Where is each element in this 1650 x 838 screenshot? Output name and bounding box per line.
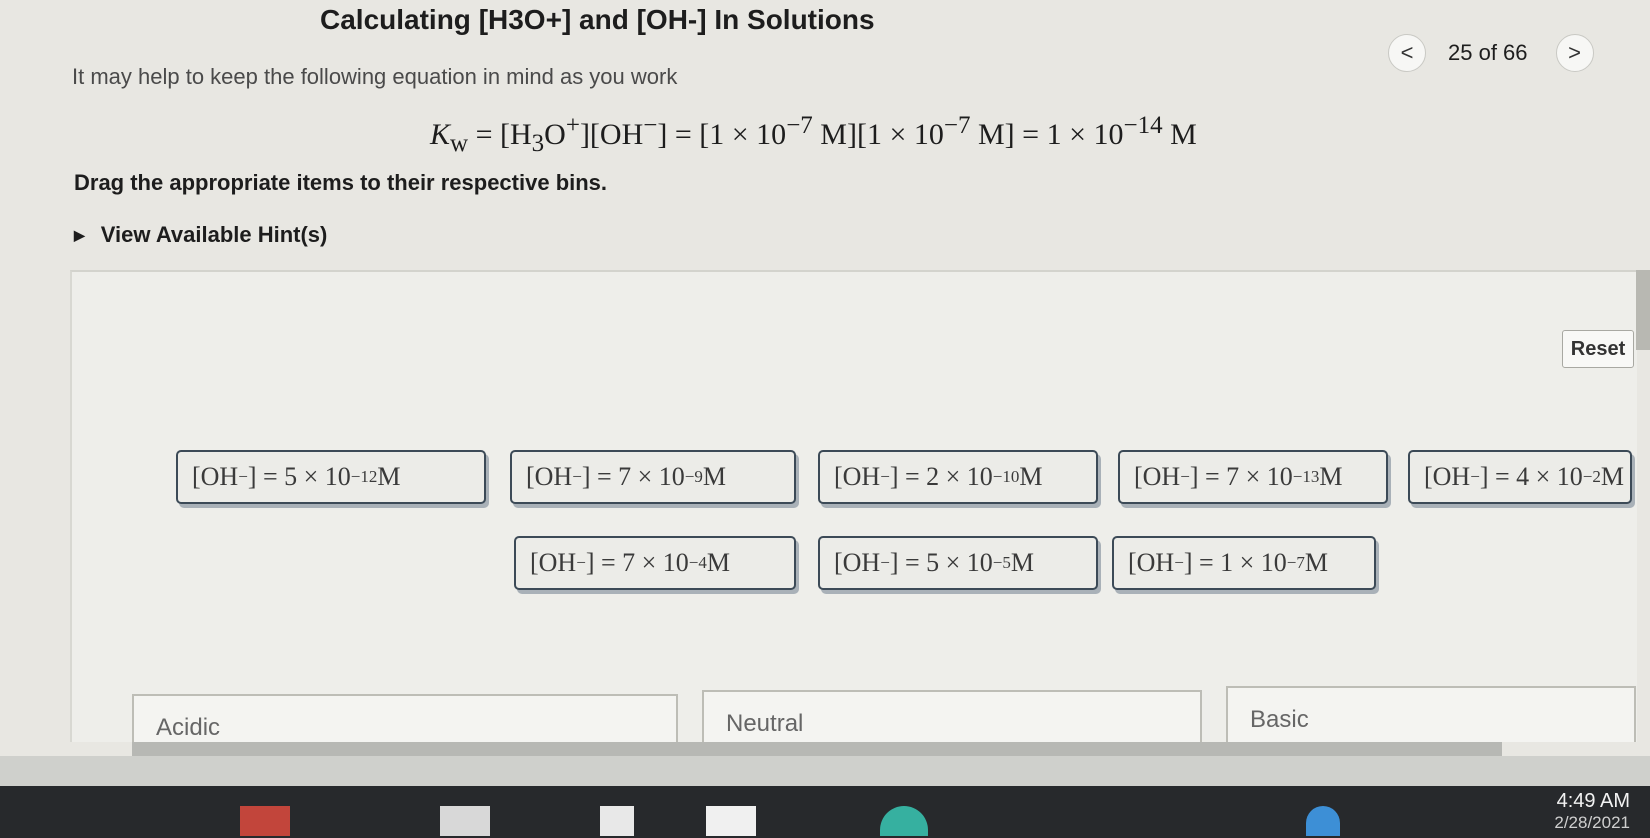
tile-unit: M xyxy=(1019,462,1043,491)
tile-rhs: ] = 7 × 10 xyxy=(581,462,685,491)
tile-lhs: [OH xyxy=(530,548,577,577)
tile-exp: −2 xyxy=(1582,467,1601,486)
tile-lhs: [OH xyxy=(192,462,239,491)
tile-exp: −13 xyxy=(1292,467,1320,486)
tile-lhs-sup: − xyxy=(1180,467,1190,486)
tile-unit: M xyxy=(1319,462,1343,491)
tile-unit: M xyxy=(1304,548,1329,577)
eq-part4: ] = [1 × 10 xyxy=(657,118,787,151)
hint-toggle[interactable]: ▶ View Available Hint(s) xyxy=(74,222,327,248)
eq-exp1: −7 xyxy=(786,112,813,139)
eq-sub-w: w xyxy=(450,130,469,157)
draggable-tile[interactable]: [OH −] = 2 × 10 −10 M xyxy=(818,450,1098,504)
tile-rhs: ] = 5 × 10 xyxy=(889,548,993,577)
tile-lhs-sup: − xyxy=(1470,467,1480,486)
page-counter: 25 of 66 xyxy=(1448,40,1528,65)
drag-drop-area xyxy=(70,270,1637,742)
clock-time: 4:49 AM xyxy=(1556,790,1630,812)
tile-exp: −9 xyxy=(684,467,703,486)
vertical-scrollbar[interactable] xyxy=(1636,270,1650,350)
tile-rhs: ] = 2 × 10 xyxy=(889,462,993,491)
tile-unit: M xyxy=(702,462,727,491)
page-title: Calculating [H3O+] and [OH-] In Solution… xyxy=(320,4,875,35)
eq-sub-3: 3 xyxy=(531,130,545,157)
tile-lhs-sup: − xyxy=(576,553,586,572)
tile-lhs: [OH xyxy=(834,548,881,577)
app-icon[interactable] xyxy=(240,806,290,836)
draggable-tile[interactable]: [OH −] = 1 × 10 −7 M xyxy=(1112,536,1376,590)
bin-label: Acidic xyxy=(156,714,221,741)
tile-unit: M xyxy=(377,462,401,491)
hint-label: View Available Hint(s) xyxy=(100,222,328,247)
tile-lhs: [OH xyxy=(526,462,573,491)
eq-exp3: −14 xyxy=(1123,112,1163,139)
tile-exp: −5 xyxy=(992,553,1011,572)
chevron-right-icon: > xyxy=(1568,40,1581,65)
tile-lhs-sup: − xyxy=(880,553,890,572)
tile-lhs: [OH xyxy=(1134,462,1181,491)
eq-part1: = [H xyxy=(468,118,532,151)
tile-unit: M xyxy=(1600,462,1625,491)
draggable-tile[interactable]: [OH −] = 5 × 10 −12 M xyxy=(176,450,486,504)
eq-minus: − xyxy=(643,112,658,139)
app-icon[interactable] xyxy=(706,806,756,836)
draggable-tile[interactable]: [OH −] = 7 × 10 −4 M xyxy=(514,536,796,590)
tile-rhs: ] = 7 × 10 xyxy=(585,548,689,577)
window-bottom-edge xyxy=(0,756,1650,786)
eq-part6: M] = 1 × 10 xyxy=(970,118,1124,151)
eq-part7: M xyxy=(1162,118,1197,151)
tile-lhs-sup: − xyxy=(1174,553,1184,572)
tile-lhs-sup: − xyxy=(238,467,248,486)
system-clock[interactable]: 4:49 AM 2/28/2021 xyxy=(1554,790,1630,833)
reset-button[interactable]: Reset xyxy=(1562,330,1634,368)
bin-basic[interactable]: Basic xyxy=(1226,686,1636,742)
bin-label: Basic xyxy=(1250,706,1309,733)
eq-part5: M][1 × 10 xyxy=(812,118,944,151)
bin-label: Neutral xyxy=(726,710,804,737)
tile-unit: M xyxy=(706,548,731,577)
tile-rhs: ] = 1 × 10 xyxy=(1183,548,1287,577)
kw-equation: Kw = [H3O+][OH−] = [1 × 10−7 M][1 × 10−7… xyxy=(430,112,1197,158)
intro-text: It may help to keep the following equati… xyxy=(72,64,678,89)
eq-exp2: −7 xyxy=(943,112,971,139)
triangle-right-icon: ▶ xyxy=(74,226,85,243)
instruction-text: Drag the appropriate items to their resp… xyxy=(74,170,608,195)
tile-exp: −10 xyxy=(992,467,1020,486)
tile-lhs: [OH xyxy=(1128,548,1175,577)
tile-unit: M xyxy=(1010,548,1035,577)
help-icon[interactable] xyxy=(1306,806,1340,836)
draggable-tile[interactable]: [OH −] = 5 × 10 −5 M xyxy=(818,536,1098,590)
eq-k: K xyxy=(430,118,451,151)
tile-rhs: ] = 5 × 10 xyxy=(247,462,351,491)
eq-part2: O xyxy=(544,118,566,151)
question-nav: < 25 of 66 > xyxy=(1388,34,1594,72)
tile-lhs-sup: − xyxy=(880,467,890,486)
clock-date: 2/28/2021 xyxy=(1554,813,1630,832)
previous-button[interactable]: < xyxy=(1388,34,1426,72)
chevron-left-icon: < xyxy=(1400,40,1414,65)
app-icon[interactable] xyxy=(440,806,490,836)
next-button[interactable]: > xyxy=(1555,34,1594,72)
app-icon[interactable] xyxy=(600,806,634,836)
tile-lhs: [OH xyxy=(1424,462,1471,491)
tile-lhs: [OH xyxy=(834,462,881,491)
tile-exp: −4 xyxy=(688,553,707,572)
eq-part3: ][OH xyxy=(579,118,644,151)
draggable-tile[interactable]: [OH −] = 7 × 10 −9 M xyxy=(510,450,796,504)
eq-plus: + xyxy=(565,112,580,139)
draggable-tile[interactable]: [OH −] = 7 × 10 −13 M xyxy=(1118,450,1388,504)
tile-rhs: ] = 4 × 10 xyxy=(1479,462,1583,491)
bin-neutral[interactable]: Neutral xyxy=(702,690,1202,746)
tile-exp: −12 xyxy=(350,467,378,486)
draggable-tile[interactable]: [OH −] = 4 × 10 −2 M xyxy=(1408,450,1632,504)
tile-exp: −7 xyxy=(1286,553,1305,572)
tile-lhs-sup: − xyxy=(572,467,582,486)
tile-rhs: ] = 7 × 10 xyxy=(1189,462,1293,491)
